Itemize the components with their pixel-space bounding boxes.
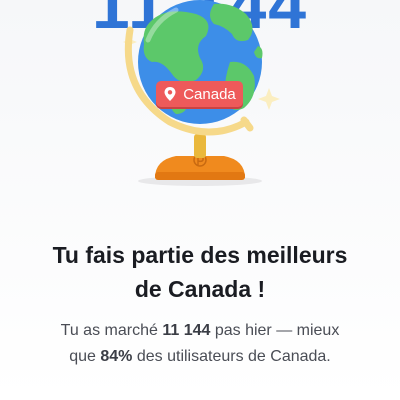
globe-illustration: Canada <box>0 0 400 200</box>
ranking-screen: 11 144 <box>0 0 400 400</box>
description-part-4: des utilisateurs de Canada. <box>132 348 331 365</box>
description-steps: 11 144 <box>162 322 211 339</box>
heading-line-1: Tu fais partie des meilleurs <box>52 242 348 268</box>
map-pin-icon <box>164 87 176 101</box>
description-part-1: Tu as marché <box>60 322 163 339</box>
heading-line-2: de Canada ! <box>134 276 266 302</box>
ranking-description: Tu as marché 11 144 pas hier — mieux que … <box>20 318 380 370</box>
description-percent: 84% <box>100 348 133 365</box>
page-title: Tu fais partie des meilleurs de Canada ! <box>20 238 380 306</box>
location-label: Canada <box>183 85 236 103</box>
description-part-2: pas hier — mieux <box>210 322 340 339</box>
description-part-3: que <box>69 348 101 365</box>
location-badge: Canada <box>156 81 243 107</box>
